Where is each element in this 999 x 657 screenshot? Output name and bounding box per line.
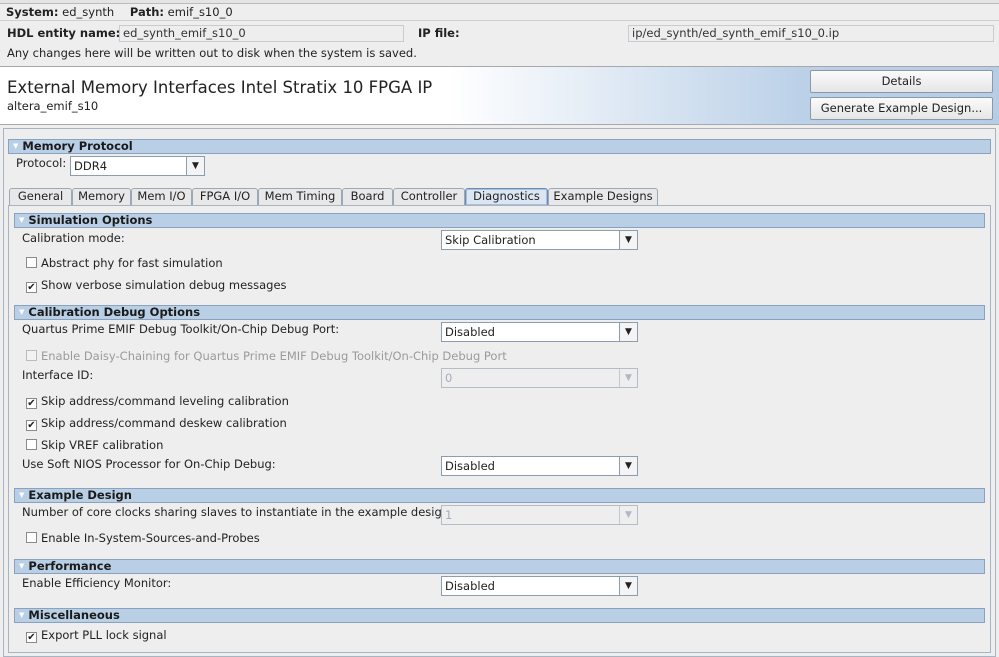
checkbox-checked-icon: ✔ [26, 632, 37, 643]
calibration-mode-label: Calibration mode: [22, 231, 125, 245]
abstract-phy-checkbox[interactable]: Abstract phy for fast simulation [26, 256, 223, 270]
tab-mem-io[interactable]: Mem I/O [131, 188, 192, 205]
select-value: Disabled [445, 325, 495, 339]
section-title: Calibration Debug Options [28, 305, 201, 319]
checkbox-icon [26, 257, 37, 268]
path-value: emif_s10_0 [167, 5, 233, 19]
tab-board[interactable]: Board [342, 188, 393, 205]
section-example-design[interactable]: ▼ Example Design [14, 488, 985, 503]
collapse-icon: ▼ [19, 562, 25, 570]
checkbox-icon [26, 350, 37, 361]
checkbox-label: Enable In-System-Sources-and-Probes [41, 531, 260, 545]
section-calibration-debug[interactable]: ▼ Calibration Debug Options [14, 305, 985, 320]
ip-title: External Memory Interfaces Intel Stratix… [7, 78, 433, 97]
section-title: Memory Protocol [22, 139, 133, 153]
ip-file-field[interactable]: ip/ed_synth/ed_synth_emif_s10_0.ip [628, 25, 994, 42]
details-button[interactable]: Details [810, 70, 993, 93]
checkbox-label: Skip VREF calibration [41, 438, 164, 452]
select-value: 1 [445, 508, 453, 522]
checkbox-label: Skip address/command deskew calibration [41, 416, 287, 430]
tab-example-designs[interactable]: Example Designs [548, 188, 658, 205]
section-memory-protocol[interactable]: ▼ Memory Protocol [8, 139, 991, 154]
core-clocks-select[interactable]: 1 ▼ [441, 505, 638, 525]
skip-vref-checkbox[interactable]: Skip VREF calibration [26, 438, 163, 452]
section-title: Simulation Options [28, 213, 153, 227]
chevron-down-icon: ▼ [619, 457, 637, 475]
tab-general[interactable]: General [9, 188, 72, 205]
tab-mem-timing[interactable]: Mem Timing [258, 188, 342, 205]
calibration-mode-select[interactable]: Skip Calibration ▼ [441, 230, 638, 250]
soft-nios-label: Use Soft NIOS Processor for On-Chip Debu… [22, 457, 276, 471]
debug-toolkit-select[interactable]: Disabled ▼ [441, 322, 638, 342]
checkbox-checked-icon: ✔ [26, 420, 37, 431]
generate-example-design-button[interactable]: Generate Example Design... [810, 97, 993, 120]
checkbox-label: Export PLL lock signal [41, 628, 167, 642]
skip-deskew-checkbox[interactable]: ✔ Skip address/command deskew calibration [26, 416, 287, 431]
soft-nios-select[interactable]: Disabled ▼ [441, 456, 638, 476]
section-miscellaneous[interactable]: ▼ Miscellaneous [14, 608, 985, 623]
interface-id-select[interactable]: 0 ▼ [441, 368, 638, 388]
tab-fpga-io[interactable]: FPGA I/O [192, 188, 258, 205]
checkbox-checked-icon: ✔ [26, 282, 37, 293]
checkbox-label: Skip address/command leveling calibratio… [41, 394, 289, 408]
tab-memory[interactable]: Memory [72, 188, 131, 205]
protocol-label: Protocol: [16, 156, 67, 170]
select-value: Disabled [445, 459, 495, 473]
checkbox-icon [26, 532, 37, 543]
hdl-label: HDL entity name: [7, 26, 121, 40]
skip-leveling-checkbox[interactable]: ✔ Skip address/command leveling calibrati… [26, 394, 289, 409]
ip-subtitle: altera_emif_s10 [7, 99, 99, 113]
checkbox-icon [26, 439, 37, 450]
collapse-icon: ▼ [19, 611, 25, 619]
section-simulation-options[interactable]: ▼ Simulation Options [14, 213, 985, 228]
chevron-down-icon: ▼ [619, 323, 637, 341]
path-label: Path: [129, 5, 165, 19]
export-pll-lock-checkbox[interactable]: ✔ Export PLL lock signal [26, 628, 167, 643]
select-value: Skip Calibration [445, 233, 536, 247]
chevron-down-icon: ▼ [186, 157, 204, 175]
top-tab-strip [0, 0, 999, 4]
collapse-icon: ▼ [13, 142, 19, 150]
verbose-messages-checkbox[interactable]: ✔ Show verbose simulation debug messages [26, 278, 287, 293]
daisy-chaining-checkbox[interactable]: Enable Daisy-Chaining for Quartus Prime … [26, 349, 507, 363]
interface-id-label: Interface ID: [22, 368, 94, 382]
select-value: Disabled [445, 579, 495, 593]
tab-diagnostics[interactable]: Diagnostics [465, 188, 548, 205]
select-value: 0 [445, 371, 453, 385]
divider [0, 20, 999, 21]
checkbox-label: Enable Daisy-Chaining for Quartus Prime … [41, 349, 507, 363]
chevron-down-icon: ▼ [619, 577, 637, 595]
ip-file-label: IP file: [418, 26, 460, 40]
section-performance[interactable]: ▼ Performance [14, 559, 985, 574]
hdl-entity-field[interactable]: ed_synth_emif_s10_0 [119, 25, 404, 42]
system-value: ed_synth [62, 5, 115, 19]
protocol-select[interactable]: DDR4 ▼ [70, 156, 205, 176]
issp-checkbox[interactable]: Enable In-System-Sources-and-Probes [26, 531, 260, 545]
section-title: Example Design [28, 488, 132, 502]
checkbox-label: Abstract phy for fast simulation [41, 256, 223, 270]
checkbox-label: Show verbose simulation debug messages [41, 278, 287, 292]
collapse-icon: ▼ [19, 216, 25, 224]
collapse-icon: ▼ [19, 308, 25, 316]
core-clocks-label: Number of core clocks sharing slaves to … [22, 505, 453, 519]
system-info: System: ed_synth Path: emif_s10_0 [6, 5, 233, 19]
section-title: Performance [28, 559, 112, 573]
tab-controller[interactable]: Controller [393, 188, 465, 205]
checkbox-checked-icon: ✔ [26, 398, 37, 409]
chevron-down-icon: ▼ [619, 231, 637, 249]
protocol-value: DDR4 [74, 159, 108, 173]
debug-toolkit-label: Quartus Prime EMIF Debug Toolkit/On-Chip… [22, 322, 340, 336]
system-label: System: [6, 5, 59, 19]
chevron-down-icon: ▼ [619, 369, 637, 387]
efficiency-monitor-label: Enable Efficiency Monitor: [22, 576, 172, 590]
chevron-down-icon: ▼ [619, 506, 637, 524]
section-title: Miscellaneous [28, 608, 120, 622]
efficiency-monitor-select[interactable]: Disabled ▼ [441, 576, 638, 596]
save-note: Any changes here will be written out to … [7, 46, 417, 60]
collapse-icon: ▼ [19, 491, 25, 499]
